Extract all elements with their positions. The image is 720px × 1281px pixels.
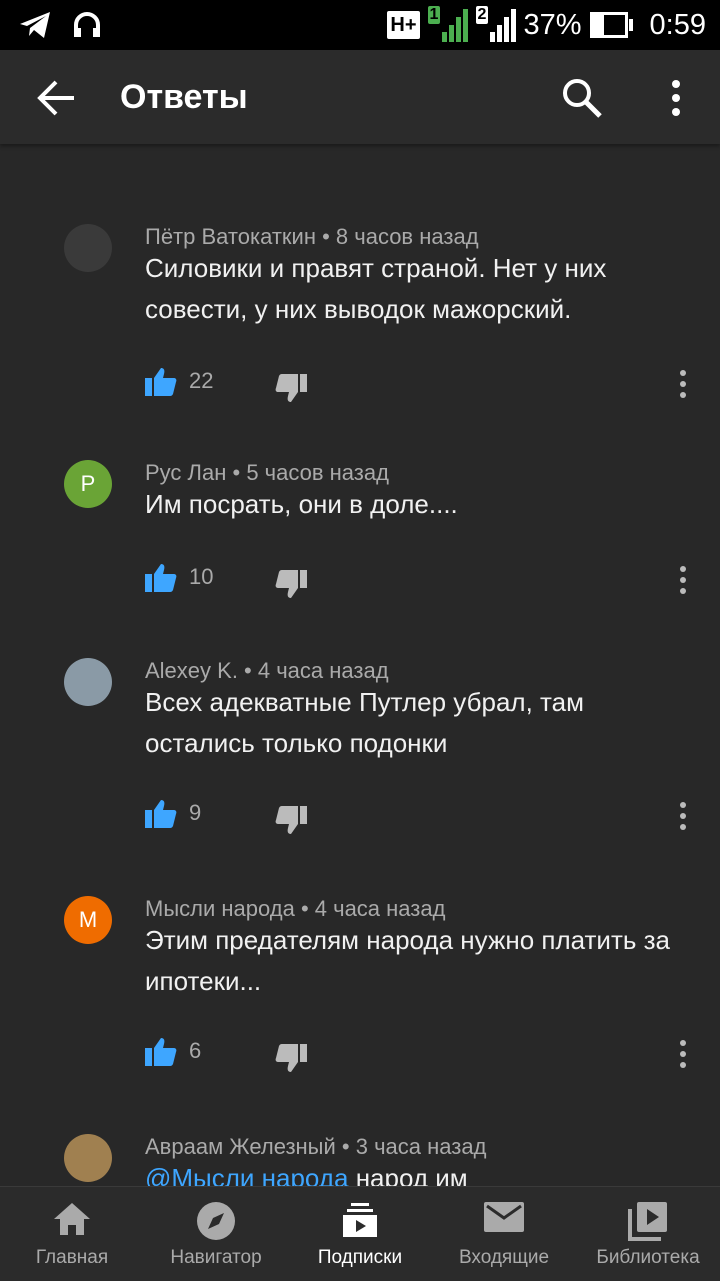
comment-meta: Alexey K. • 4 часа назад [145,658,389,684]
nav-library-label: Библиотека [596,1247,700,1268]
comment-text: Всех адекватные Путлер убрал, там остали… [145,687,584,758]
comment-actions: 6 [145,1036,705,1076]
comment-time: 3 часа назад [355,1134,487,1159]
nav-subscriptions-label: Подписки [317,1247,403,1268]
dislike-icon[interactable] [275,372,307,404]
like-icon[interactable] [145,1036,177,1068]
telegram-icon [20,12,50,38]
comment-meta: Авраам Железный • 3 часа назад [145,1134,486,1160]
avatar[interactable]: Р [64,460,112,508]
nav-explore[interactable]: Навигатор [144,1187,288,1281]
dislike-icon[interactable] [275,568,307,600]
comment-text: @Мысли народа народ им [145,1158,690,1186]
sim2-label: 2 [475,6,489,24]
like-count: 9 [189,800,202,825]
comment-more-icon[interactable] [675,564,691,596]
avatar[interactable]: М [64,896,112,944]
sim1-signal-icon: 1 [427,6,468,44]
home-icon [54,1203,90,1235]
comment-author[interactable]: Alexey K. [145,658,238,683]
bottom-navigation: Главная Навигатор Подписки Входящие Библ… [0,1186,720,1281]
like-icon[interactable] [145,798,177,830]
comment-actions: 10 [145,562,705,602]
dislike-icon[interactable] [275,1042,307,1074]
nav-home-label: Главная [35,1247,109,1268]
meta-separator: • [294,896,315,921]
headphones-icon [74,12,100,37]
back-arrow-icon[interactable] [34,78,78,118]
comment-more-icon[interactable] [675,1038,691,1070]
network-type: H+ [387,11,420,39]
battery-percent: 37% [523,9,582,41]
comment-author[interactable]: Авраам Железный [145,1134,336,1159]
avatar[interactable] [64,658,112,706]
comment-actions: 9 [145,798,705,838]
meta-separator: • [315,224,336,249]
avatar-letter: Р [80,471,96,496]
comment-meta: Мысли народа • 4 часа назад [145,896,445,922]
comment-time: 5 часов назад [246,460,389,485]
replies-feed[interactable]: Пётр Ватокаткин • 8 часов назад Силовики … [0,144,720,1186]
avatar-letter: М [78,907,98,932]
comment-author[interactable]: Пётр Ватокаткин [145,224,316,249]
nav-inbox[interactable]: Входящие [432,1187,576,1281]
inbox-icon [484,1202,524,1232]
subscriptions-icon [343,1203,377,1237]
app-bar: Ответы [0,50,720,144]
comment-text: Силовики и правят страной. Нет у них сов… [145,253,607,324]
comment-time: 4 часа назад [314,896,446,921]
comment-meta: Пётр Ватокаткин • 8 часов назад [145,224,479,250]
avatar[interactable] [64,224,112,272]
comment-author[interactable]: Мысли народа [145,896,295,921]
comment-meta: Рус Лан • 5 часов назад [145,460,389,486]
avatar[interactable] [64,1134,112,1182]
like-count: 10 [189,564,214,589]
comment-actions: 22 [145,366,705,406]
comment-text: Этим предателям народа нужно платить за … [145,925,671,996]
like-icon[interactable] [145,562,177,594]
like-count: 6 [189,1038,202,1063]
comment-text: Им посрать, они в доле.... [145,489,458,519]
like-count: 22 [189,368,214,393]
comment-time: 8 часов назад [335,224,479,249]
dislike-icon[interactable] [275,804,307,836]
compass-icon [197,1202,235,1240]
nav-home[interactable]: Главная [0,1187,144,1281]
comment-time: 4 часа назад [257,658,389,683]
nav-library[interactable]: Библиотека [576,1187,720,1281]
nav-subscriptions[interactable]: Подписки [288,1187,432,1281]
library-icon [628,1202,667,1241]
more-options-icon[interactable] [660,76,692,120]
comment-more-icon[interactable] [675,800,691,832]
clock: 0:59 [649,9,706,41]
battery-fill [592,15,605,35]
meta-separator: • [335,1134,356,1159]
comment-more-icon[interactable] [675,368,691,400]
page-title: Ответы [120,78,248,116]
sim2-signal-icon: 2 [475,6,516,44]
like-icon[interactable] [145,366,177,398]
meta-separator: • [226,460,247,485]
battery-icon [589,12,633,38]
sim1-label: 1 [427,6,441,24]
search-icon[interactable] [560,76,604,120]
nav-inbox-label: Входящие [458,1247,550,1268]
comment-mention[interactable]: @Мысли народа [145,1163,348,1186]
meta-separator: • [237,658,258,683]
nav-explore-label: Навигатор [170,1247,262,1268]
status-bar: H+ 1 2 37% 0:59 [0,0,720,50]
comment-author[interactable]: Рус Лан [145,460,226,485]
